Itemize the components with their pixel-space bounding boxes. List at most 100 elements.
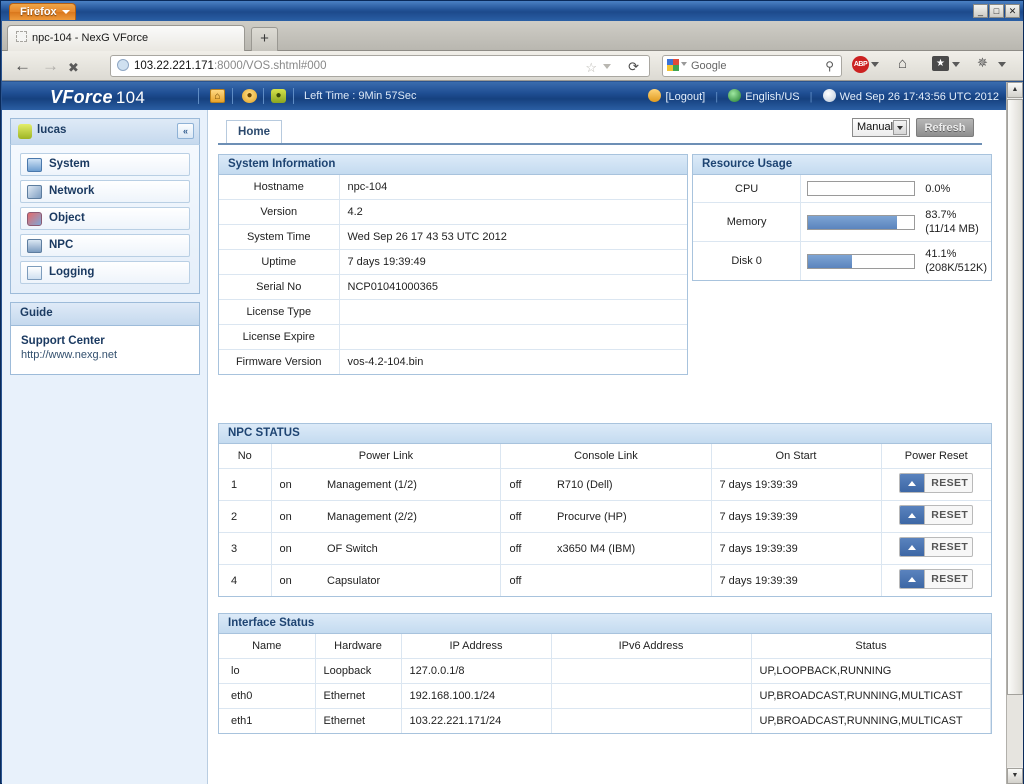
forward-icon[interactable]: →	[42, 57, 59, 74]
firefox-app-button[interactable]: Firefox	[9, 3, 76, 20]
window-controls: _ □ ✕	[973, 4, 1020, 18]
power-up-icon[interactable]	[900, 538, 926, 556]
adblock-icon[interactable]: ABP	[852, 56, 869, 73]
system-information-table: Hostname npc-104 Version 4.2 System Time Wed …	[219, 175, 687, 374]
sidebar-item-npc[interactable]: NPC	[20, 234, 190, 257]
reset-button-label: RESET	[931, 541, 969, 553]
minimize-button[interactable]: _	[973, 4, 988, 18]
sysinfo-value: NCP01041000365	[339, 274, 687, 300]
sysinfo-label: Uptime	[219, 249, 340, 275]
sidebar-item-object[interactable]: Object	[20, 207, 190, 230]
sidebar-item-network[interactable]: Network	[20, 180, 190, 203]
sysinfo-value	[339, 324, 687, 350]
chevron-down-icon[interactable]	[603, 64, 611, 69]
sysinfo-label: Hostname	[219, 175, 340, 200]
tab-home[interactable]: Home	[226, 120, 282, 144]
close-button[interactable]: ✕	[1005, 4, 1020, 18]
user-icon[interactable]: ●	[271, 89, 286, 103]
table-cell: Ethernet	[315, 683, 402, 709]
resource-percent: 0.0%	[925, 182, 951, 195]
vertical-scrollbar[interactable]: ▲ ▼	[1006, 82, 1023, 784]
resource-usage-panel: Resource Usage CPU 0.0% Memory 83.7% (11/14 …	[692, 154, 992, 281]
chevron-down-icon[interactable]	[893, 120, 907, 135]
reset-button[interactable]: RESET	[899, 505, 974, 525]
table-cell: eth0	[219, 683, 316, 709]
scrollbar-track[interactable]	[1007, 695, 1023, 767]
search-icon[interactable]: ⚲	[825, 59, 834, 73]
chevron-down-icon[interactable]	[952, 62, 960, 67]
addon-icon[interactable]: ✵	[977, 55, 988, 71]
left-time-label: Left Time : 9Min 57Sec	[304, 90, 417, 102]
sysinfo-value: npc-104	[339, 175, 687, 200]
home-icon[interactable]: ⌂	[898, 55, 907, 72]
reset-button-label: RESET	[931, 573, 969, 585]
app-logo: VForce 104	[50, 87, 145, 108]
chevron-down-icon[interactable]	[681, 62, 687, 66]
power-up-icon[interactable]	[900, 506, 926, 524]
stop-icon[interactable]: ✖	[68, 59, 79, 76]
divider	[198, 88, 199, 104]
sysinfo-value	[339, 299, 687, 325]
reset-button[interactable]: RESET	[899, 569, 974, 589]
table-cell: OF Switch	[319, 532, 502, 565]
sidebar-item-system[interactable]: System	[20, 153, 190, 176]
page-favicon	[16, 31, 27, 42]
resource-detail: (208K/512K)	[925, 262, 987, 274]
logout-link[interactable]: [Logout]	[665, 91, 705, 103]
resource-detail: (11/14 MB)	[925, 223, 979, 235]
alert-icon[interactable]: ●	[242, 89, 257, 103]
back-icon[interactable]: ←	[14, 57, 31, 74]
sidebar-item-logging[interactable]: Logging	[20, 261, 190, 284]
chevron-down-icon[interactable]	[871, 62, 879, 67]
table-cell	[551, 658, 752, 684]
maximize-button[interactable]: □	[989, 4, 1004, 18]
navigation-toolbar: ← → ✖ 103.22.221.171:8000/VOS.shtml#000 …	[2, 51, 1023, 81]
table-cell: off	[500, 468, 549, 501]
scrollbar-thumb[interactable]	[1007, 99, 1023, 695]
new-tab-button[interactable]: +	[251, 27, 278, 51]
refresh-mode-select[interactable]: Manual	[852, 118, 910, 137]
power-reset-cell: RESET	[881, 468, 991, 501]
power-up-icon[interactable]	[900, 570, 926, 588]
table-cell: lo	[219, 658, 316, 684]
browser-window: Firefox _ □ ✕ npc-104 - NexG VForce + ← …	[0, 0, 1024, 784]
reload-icon[interactable]: ⟳	[628, 59, 639, 75]
sidebar-nav: System Network Object NPC Logging	[10, 144, 200, 294]
url-path: :8000/VOS.shtml#000	[213, 60, 327, 72]
table-row: Serial No NCP01041000365	[219, 274, 687, 300]
browser-tab-active[interactable]: npc-104 - NexG VForce	[7, 25, 245, 51]
page-content: VForce 104 ⌂ ● ● Left Time : 9Min 57Sec […	[2, 82, 1007, 784]
bookmark-star-icon[interactable]: ☆	[585, 60, 597, 76]
table-row: eth1 Ethernet 103.22.221.171/24 UP,BROADCAS…	[219, 708, 991, 733]
app-header-right: [Logout] | English/US | Wed Sep 26 17:43…	[648, 89, 999, 103]
sidebar-collapse-button[interactable]: «	[177, 123, 194, 139]
guide-url[interactable]: http://www.nexg.net	[21, 349, 189, 361]
resource-value: 0.0%	[921, 175, 991, 203]
table-row: Firmware Version vos-4.2-104.bin	[219, 349, 687, 374]
url-bar[interactable]: 103.22.221.171:8000/VOS.shtml#000 ☆ ⟳	[110, 55, 650, 77]
progress-bar	[807, 253, 916, 269]
table-row: 2 on Management (2/2) off Procurve (HP) 7 day…	[219, 500, 991, 533]
power-up-icon[interactable]	[900, 474, 926, 492]
column-header: Power Link	[271, 444, 502, 469]
interface-status-panel: Interface Status Name Hardware IP Address I…	[218, 613, 992, 734]
sidebar-item-label: NPC	[49, 239, 74, 251]
chevron-down-icon[interactable]	[998, 62, 1006, 67]
table-cell: eth1	[219, 708, 316, 733]
home-icon[interactable]: ⌂	[210, 89, 225, 103]
table-row: 4 on Capsulator off 7 days 19:39:39 RESET	[219, 564, 991, 596]
npc-status-title: NPC STATUS	[219, 424, 991, 444]
scroll-down-button[interactable]: ▼	[1007, 768, 1023, 784]
language-link[interactable]: English/US	[745, 91, 799, 103]
guide-body: Support Center http://www.nexg.net	[10, 325, 200, 375]
search-input[interactable]: Google ⚲	[662, 55, 842, 77]
bookmarks-icon[interactable]: ★	[932, 56, 949, 71]
refresh-button[interactable]: Refresh	[916, 118, 974, 137]
reset-button[interactable]: RESET	[899, 473, 974, 493]
resource-percent: 83.7%	[925, 209, 957, 221]
reset-button[interactable]: RESET	[899, 537, 974, 557]
table-cell	[548, 564, 712, 596]
table-cell: 7 days 19:39:39	[711, 564, 882, 596]
scroll-up-button[interactable]: ▲	[1007, 82, 1023, 98]
sysinfo-value: 7 days 19:39:49	[339, 249, 687, 275]
